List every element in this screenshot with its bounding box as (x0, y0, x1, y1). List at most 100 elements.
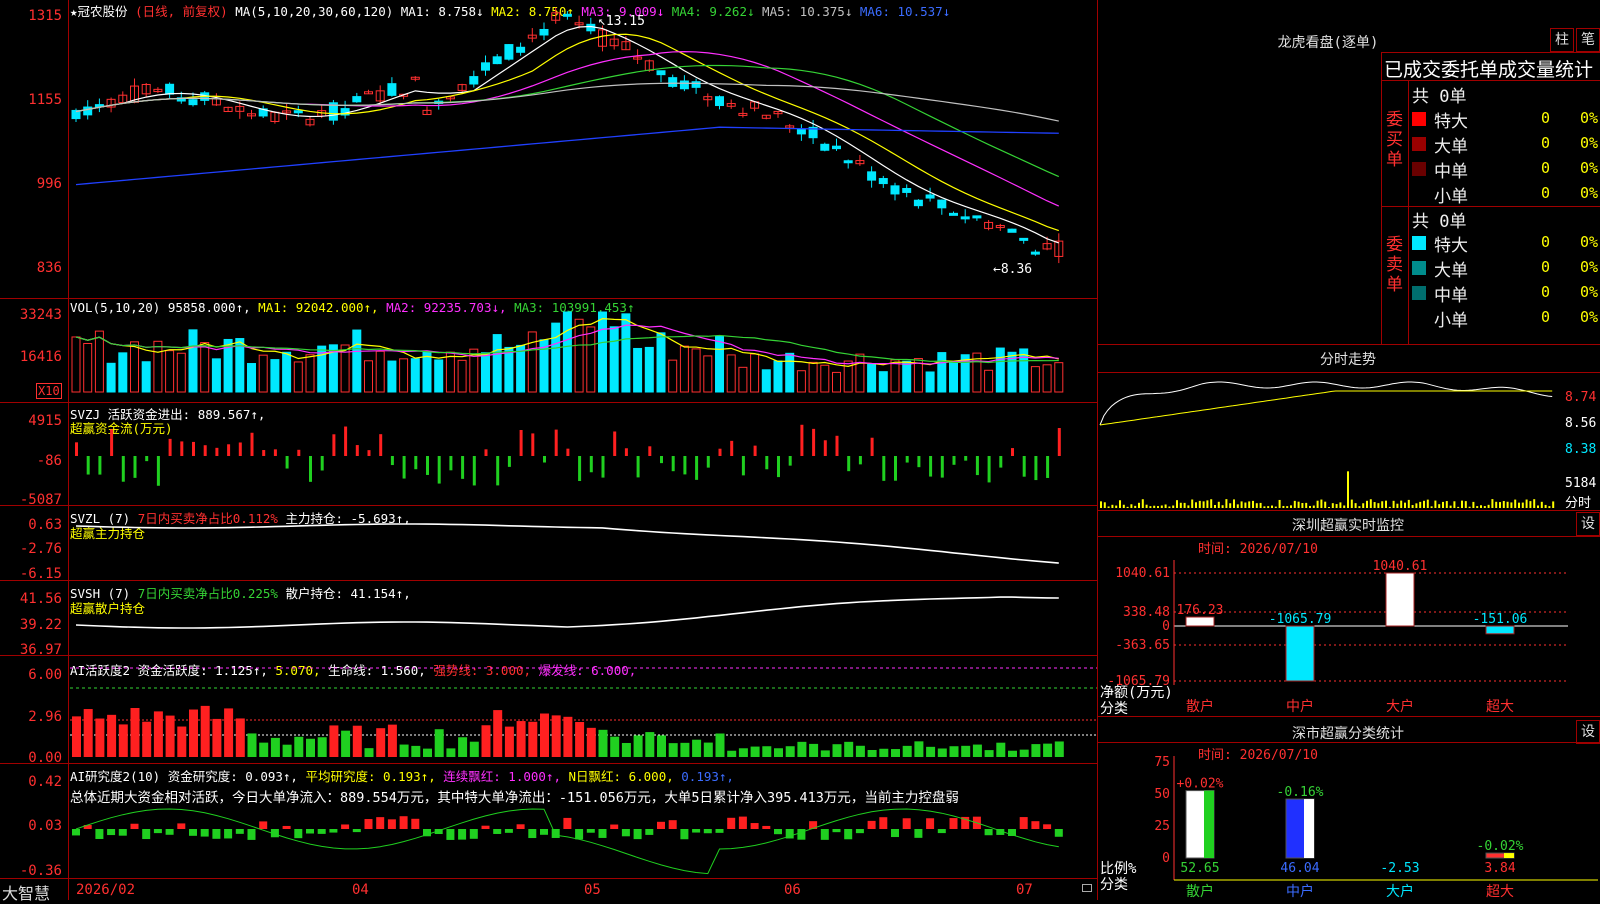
ai-research-bar (130, 823, 139, 829)
ai-research-bar (142, 829, 151, 840)
ai-research-bar (247, 829, 256, 840)
ai-research-bar (762, 825, 771, 829)
ai-research-bar (446, 829, 455, 840)
classify-category-3: 大户 (1386, 883, 1414, 900)
ai-research-bar (984, 829, 993, 836)
right-panel: 龙虎看盘(逐单) 柱 笔 已成交委托单成交量统计 委买单 委卖单 共 0单 共 … (1098, 0, 1600, 900)
ai-research-bar (224, 829, 233, 839)
ai-research-bar (153, 829, 162, 834)
ai-research-bar (1031, 821, 1040, 829)
ai-research-bar (551, 829, 560, 838)
date-label-5: 07 (1016, 882, 1033, 898)
ai-research-bar (469, 829, 478, 839)
brand-label: 大智慧 (2, 884, 51, 903)
main-chart-area[interactable]: ★冠农股份 (日线, 前复权) MA(5,10,20,30,60,120) MA… (0, 0, 1098, 903)
ai-research-bar (72, 829, 80, 836)
ai-research-bar (657, 821, 665, 829)
ai-research-bar (680, 829, 689, 840)
ai-research-bar (364, 819, 373, 829)
ai-research-bar (540, 829, 548, 835)
ai-research-bar (586, 829, 595, 833)
classify-y-tick-4: 0 (1162, 851, 1170, 866)
ai-research-bar (259, 821, 268, 829)
ai-research-bar (750, 823, 759, 829)
ai-research-bar (738, 816, 747, 829)
classify-pct-4: -0.02% (1477, 839, 1524, 854)
ai-research-bar (118, 829, 127, 836)
ai-research-bar (352, 829, 361, 833)
ai-research-bar (516, 824, 525, 829)
classify-bar-chart[interactable]: 75 50 25 0 +0.02% 52.65 散户 -0.16% 46.04 中户 -2.53 大户… (1098, 0, 1600, 900)
ai-research-bar (399, 816, 408, 829)
ai-research-bar (458, 829, 467, 840)
ai-research-bar (294, 829, 303, 839)
ai-research-bar (855, 829, 864, 834)
ai-research-bar (902, 818, 911, 829)
ai-research-bar (832, 829, 841, 833)
classify-pct-2: -0.16% (1277, 785, 1324, 800)
ai-research-bar (317, 829, 326, 834)
date-label-4: 06 (784, 882, 801, 898)
ai-research-bar (774, 829, 782, 835)
classify-category-4: 超大 (1486, 884, 1514, 900)
ai-research-bar (282, 825, 291, 829)
ai-research-bar (645, 829, 654, 835)
classify-y-tick-3: 25 (1154, 819, 1170, 834)
ai-research-bar (376, 817, 385, 829)
ai-research-bar (598, 829, 607, 838)
classify-value-3: -2.53 (1380, 861, 1419, 876)
ai-research-bar (879, 817, 888, 829)
date-label-3: 05 (584, 882, 601, 898)
ai-research-chart[interactable] (0, 0, 1097, 878)
ai-research-bar (177, 823, 186, 829)
ai-research-bar (914, 829, 923, 838)
classify-value-2: 46.04 (1280, 861, 1319, 876)
ai-research-bar (493, 829, 502, 834)
ai-research-bar (844, 829, 853, 840)
classify-y-tick-2: 50 (1154, 787, 1170, 802)
ai-research-bar (575, 829, 584, 840)
ai-research-bar (937, 829, 946, 834)
classify-pct-1: +0.02% (1177, 777, 1224, 792)
ai-research-bar (633, 829, 642, 840)
ai-research-bar (1043, 824, 1052, 829)
ai-research-bar (926, 818, 935, 829)
ai-research-bar (107, 829, 116, 836)
classify-bar-accent-2 (1304, 799, 1314, 858)
classify-category-1: 散户 (1186, 883, 1214, 900)
classify-category-2: 中户 (1286, 883, 1314, 900)
date-label-2: 04 (352, 882, 369, 898)
ai-research-bar (621, 829, 630, 837)
ai-research-bar (820, 829, 829, 840)
ai-research-bar (610, 824, 619, 829)
ai-research-bar (212, 829, 221, 839)
ai-research-bar (668, 820, 677, 829)
ai-research-bar (949, 818, 958, 829)
ai-research-bar (867, 820, 876, 829)
lock-icon[interactable] (1082, 884, 1092, 892)
ai-research-bar (165, 829, 174, 835)
ai-research-bar (1054, 829, 1063, 837)
ai-research-bar (504, 829, 513, 833)
ai-research-bar (891, 829, 899, 838)
classify-value-4: 3.84 (1484, 861, 1515, 876)
date-label-1: 2026/02 (76, 882, 136, 898)
ai-research-bar (797, 829, 806, 840)
classify-y-tick-1: 75 (1154, 755, 1170, 770)
classify-bar-accent-1 (1204, 790, 1214, 858)
ai-research-bar (200, 829, 209, 837)
ai-research-bar (703, 829, 712, 834)
ai-research-bar (715, 829, 724, 833)
ai-research-bar (563, 817, 572, 829)
ai-research-bar (727, 817, 736, 829)
ai-research-bar (1019, 817, 1028, 829)
ai-research-bar (306, 829, 314, 834)
ai-research-bar (692, 829, 701, 833)
ai-research-bar (411, 818, 420, 829)
ai-research-bar (481, 825, 490, 829)
ai-research-bar (235, 829, 244, 834)
ai-research-bar (189, 829, 197, 836)
ai-research-bar (329, 829, 338, 833)
ai-research-bar (95, 829, 104, 839)
ai-research-bar (387, 819, 396, 829)
